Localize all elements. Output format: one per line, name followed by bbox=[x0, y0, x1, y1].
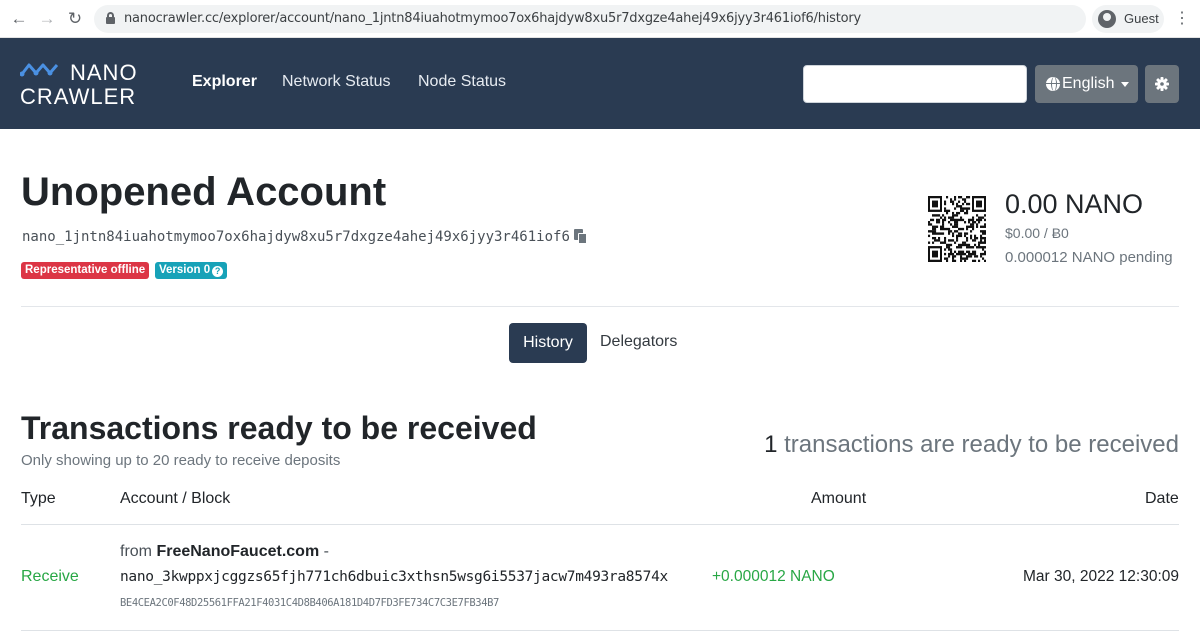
nav-network-status[interactable]: Network Status bbox=[282, 73, 390, 91]
back-icon[interactable]: ← bbox=[8, 8, 30, 30]
section-subtitle: Only showing up to 20 ready to receive d… bbox=[21, 452, 341, 469]
divider bbox=[21, 306, 1179, 307]
language-label: English bbox=[1062, 75, 1115, 92]
forward-icon[interactable]: → bbox=[36, 8, 58, 30]
pending-count-suffix: transactions are ready to be received bbox=[777, 431, 1179, 458]
nav-explorer[interactable]: Explorer bbox=[192, 73, 257, 91]
row-from-name[interactable]: FreeNanoFaucet.com bbox=[156, 543, 319, 560]
reload-icon[interactable]: ↻ bbox=[64, 8, 86, 30]
address-bar[interactable]: nanocrawler.cc/explorer/account/nano_1jn… bbox=[94, 5, 1086, 33]
column-header-amount: Amount bbox=[811, 490, 867, 507]
table-row-divider bbox=[21, 630, 1179, 631]
row-from-suffix: - bbox=[319, 543, 329, 560]
caret-down-icon bbox=[1121, 82, 1129, 87]
account-pending: 0.000012 NANO pending bbox=[1005, 249, 1173, 266]
browser-menu-icon[interactable]: ⋮ bbox=[1174, 8, 1190, 30]
logo-text-top: NANO bbox=[70, 60, 138, 85]
tab-delegators[interactable]: Delegators bbox=[600, 333, 677, 351]
account-title: Unopened Account bbox=[21, 170, 387, 214]
logo-wave-icon bbox=[20, 63, 59, 77]
profile-button[interactable]: Guest bbox=[1092, 5, 1164, 33]
section-title: Transactions ready to be received bbox=[21, 410, 537, 446]
logo-text-bottom: CRAWLER bbox=[20, 84, 137, 109]
table-header-divider bbox=[21, 524, 1179, 525]
version-badge-label: Version 0 bbox=[159, 264, 211, 276]
account-balance-fiat: $0.00 / Ƀ0 bbox=[1005, 225, 1069, 241]
nav-node-status[interactable]: Node Status bbox=[418, 73, 506, 91]
language-dropdown[interactable]: English bbox=[1035, 65, 1138, 103]
search-input[interactable] bbox=[803, 65, 1027, 103]
account-address: nano_1jntn84iuahotmymoo7ox6hajdyw8xu5r7d… bbox=[22, 229, 570, 245]
account-balance: 0.00 NANO bbox=[1005, 189, 1144, 219]
column-header-account: Account / Block bbox=[120, 490, 231, 507]
row-amount: +0.000012 NANO bbox=[712, 568, 835, 585]
lock-icon bbox=[106, 12, 115, 25]
column-header-date: Date bbox=[1145, 490, 1179, 507]
pending-count: 1 bbox=[764, 431, 778, 458]
settings-button[interactable] bbox=[1145, 65, 1179, 103]
copy-icon[interactable] bbox=[574, 229, 588, 245]
avatar-icon bbox=[1098, 10, 1116, 28]
qr-code-icon bbox=[928, 196, 986, 262]
profile-label: Guest bbox=[1124, 11, 1159, 26]
site-navbar: NANO CRAWLER Explorer Network Status Nod… bbox=[0, 38, 1200, 129]
row-type: Receive bbox=[21, 568, 79, 585]
address-url[interactable]: nanocrawler.cc/explorer/account/nano_1jn… bbox=[124, 11, 861, 26]
row-block-hash-link[interactable]: BE4CEA2C0F48D25561FFA21F4031C4D8B406A181… bbox=[120, 597, 499, 609]
row-from-prefix: from bbox=[120, 543, 157, 560]
globe-icon bbox=[1046, 77, 1060, 91]
site-logo[interactable]: NANO CRAWLER bbox=[20, 60, 150, 110]
row-from: from FreeNanoFaucet.com - bbox=[120, 543, 329, 561]
help-icon[interactable]: ? bbox=[212, 266, 224, 277]
browser-toolbar: ← → ↻ nanocrawler.cc/explorer/account/na… bbox=[0, 0, 1200, 38]
gear-icon bbox=[1155, 77, 1169, 91]
column-header-type: Type bbox=[21, 490, 56, 507]
pending-count-text: 1 transactions are ready to be received bbox=[700, 431, 1179, 459]
row-account-link[interactable]: nano_3kwppxjcggzs65fjh771ch6dbuic3xthsn5… bbox=[120, 569, 668, 585]
status-badge-version: Version 0? bbox=[155, 262, 228, 279]
status-badge-representative: Representative offline bbox=[21, 262, 150, 279]
row-date: Mar 30, 2022 12:30:09 bbox=[1023, 568, 1179, 585]
tab-history[interactable]: History bbox=[509, 323, 587, 363]
